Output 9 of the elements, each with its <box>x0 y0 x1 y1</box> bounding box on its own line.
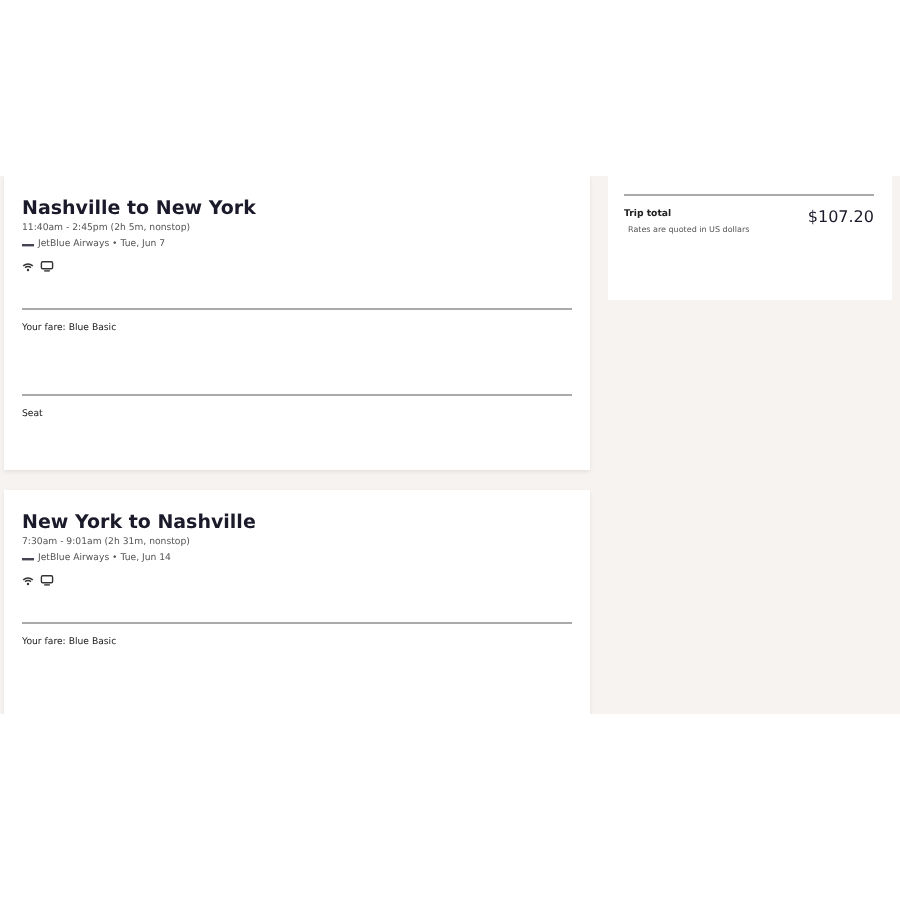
airline-logo-icon <box>22 244 34 248</box>
flight-title: New York to Nashville <box>22 512 258 536</box>
flight-title: Nashville to New York <box>22 198 258 222</box>
wifi-icon <box>22 575 34 585</box>
wifi-icon <box>22 261 34 271</box>
screen-icon <box>40 574 54 586</box>
screen-icon <box>40 260 54 272</box>
airline-logo-icon <box>22 558 34 562</box>
trip-total-amount: $107.20 <box>807 208 874 228</box>
